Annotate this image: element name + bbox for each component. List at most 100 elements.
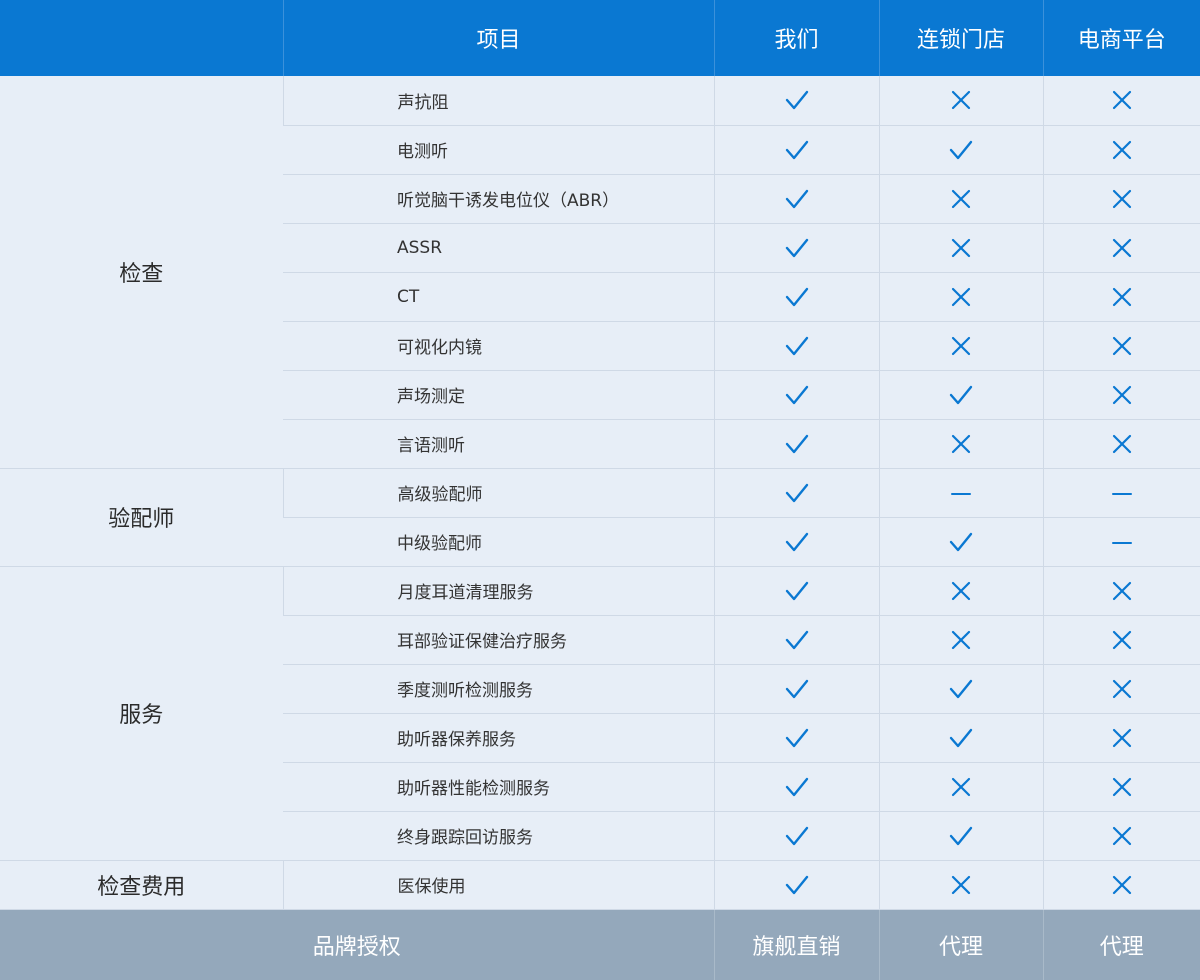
item-cell: 言语测听 xyxy=(283,419,714,469)
mark-cell-chain-store xyxy=(878,664,1043,714)
category-cell: 验配师 xyxy=(0,468,283,567)
mark-cell-us xyxy=(713,370,879,420)
mark-cell-us xyxy=(713,321,879,371)
mark-cell-us xyxy=(713,860,879,910)
mark-cell-us xyxy=(713,762,879,812)
mark-cell-us xyxy=(713,566,879,616)
item-cell: 中级验配师 xyxy=(283,517,714,567)
cross-icon xyxy=(950,874,972,894)
mark-cell-chain-store xyxy=(878,468,1043,518)
header-us: 我们 xyxy=(713,0,879,76)
item-cell: 电测听 xyxy=(283,125,714,175)
mark-cell-us xyxy=(713,517,879,567)
category-cell: 服务 xyxy=(0,566,283,861)
mark-cell-chain-store xyxy=(878,174,1043,224)
check-icon xyxy=(949,531,973,551)
check-icon xyxy=(785,237,809,257)
mark-cell-ecommerce xyxy=(1042,664,1200,714)
category-cell: 检查费用 xyxy=(0,860,283,910)
item-cell: 可视化内镜 xyxy=(283,321,714,371)
mark-cell-us xyxy=(713,223,879,273)
footer-us: 旗舰直销 xyxy=(713,909,879,980)
cross-icon xyxy=(1111,384,1133,404)
check-icon xyxy=(785,433,809,453)
dash-icon xyxy=(1111,483,1133,502)
table-row: 检查 声抗阻 xyxy=(0,76,1200,469)
comparison-table: 项目 我们 连锁门店 电商平台 检查 声抗阻 电测听 听觉脑干诱发电位仪（ABR） AS… xyxy=(0,0,1200,980)
mark-cell-chain-store xyxy=(878,125,1043,175)
cross-icon xyxy=(950,580,972,600)
mark-cell-ecommerce xyxy=(1042,370,1200,420)
check-icon xyxy=(785,286,809,306)
mark-cell-ecommerce xyxy=(1042,615,1200,665)
mark-cell-ecommerce xyxy=(1042,566,1200,616)
mark-cell-chain-store xyxy=(878,615,1043,665)
cross-icon xyxy=(1111,776,1133,796)
item-cell: CT xyxy=(283,272,714,322)
mark-cell-us xyxy=(713,664,879,714)
check-icon xyxy=(785,874,809,894)
check-icon xyxy=(949,139,973,159)
item-cell: 听觉脑干诱发电位仪（ABR） xyxy=(283,174,714,224)
cross-icon xyxy=(950,286,972,306)
mark-cell-ecommerce xyxy=(1042,125,1200,175)
table-row: 检查费用 医保使用 xyxy=(0,860,1200,910)
cross-icon xyxy=(950,776,972,796)
mark-cell-us xyxy=(713,615,879,665)
check-icon xyxy=(785,482,809,502)
cross-icon xyxy=(950,335,972,355)
header-category xyxy=(0,0,283,76)
cross-icon xyxy=(1111,433,1133,453)
mark-cell-chain-store xyxy=(878,419,1043,469)
item-cell: 高级验配师 xyxy=(282,468,714,518)
mark-cell-chain-store xyxy=(878,272,1043,322)
check-icon xyxy=(785,825,809,845)
item-cell: 季度测听检测服务 xyxy=(283,664,714,714)
mark-cell-chain-store xyxy=(878,223,1043,273)
mark-cell-us xyxy=(713,125,879,175)
mark-cell-ecommerce xyxy=(1042,468,1200,518)
cross-icon xyxy=(1111,580,1133,600)
check-icon xyxy=(785,335,809,355)
cross-icon xyxy=(950,90,972,110)
check-icon xyxy=(785,629,809,649)
mark-cell-chain-store xyxy=(878,321,1043,371)
cross-icon xyxy=(1111,139,1133,159)
cross-icon xyxy=(1111,237,1133,257)
cross-icon xyxy=(950,629,972,649)
mark-cell-ecommerce xyxy=(1042,174,1200,224)
table-row: 服务 月度耳道清理服务 xyxy=(0,566,1200,861)
check-icon xyxy=(949,727,973,747)
footer-chain-store: 代理 xyxy=(878,909,1043,980)
cross-icon xyxy=(1111,90,1133,110)
mark-cell-chain-store xyxy=(878,370,1043,420)
cross-icon xyxy=(1111,678,1133,698)
table-body: 检查 声抗阻 电测听 听觉脑干诱发电位仪（ABR） ASSR CT 可视化内镜 声场测定 言语测… xyxy=(0,76,1200,910)
item-cell: 助听器保养服务 xyxy=(283,713,714,763)
mark-cell-chain-store xyxy=(878,76,1043,126)
mark-cell-ecommerce xyxy=(1042,223,1200,273)
cross-icon xyxy=(1111,629,1133,649)
cross-icon xyxy=(1111,335,1133,355)
item-cell: 助听器性能检测服务 xyxy=(283,762,714,812)
mark-cell-us xyxy=(713,419,879,469)
check-icon xyxy=(949,825,973,845)
footer-label: 品牌授权 xyxy=(0,909,714,980)
mark-cell-us xyxy=(713,468,879,518)
cross-icon xyxy=(1111,727,1133,747)
check-icon xyxy=(785,727,809,747)
table-row: 验配师 高级验配师 xyxy=(0,468,1200,567)
footer-ecommerce: 代理 xyxy=(1042,909,1200,980)
cross-icon xyxy=(1111,825,1133,845)
mark-cell-us xyxy=(713,76,879,126)
check-icon xyxy=(785,139,809,159)
mark-cell-us xyxy=(713,713,879,763)
dash-icon xyxy=(1111,532,1133,551)
mark-cell-us xyxy=(713,811,879,861)
item-cell: ASSR xyxy=(283,223,714,273)
check-icon xyxy=(949,384,973,404)
item-cell: 声场测定 xyxy=(283,370,714,420)
check-icon xyxy=(785,776,809,796)
dash-icon xyxy=(950,483,972,502)
mark-cell-ecommerce xyxy=(1042,419,1200,469)
